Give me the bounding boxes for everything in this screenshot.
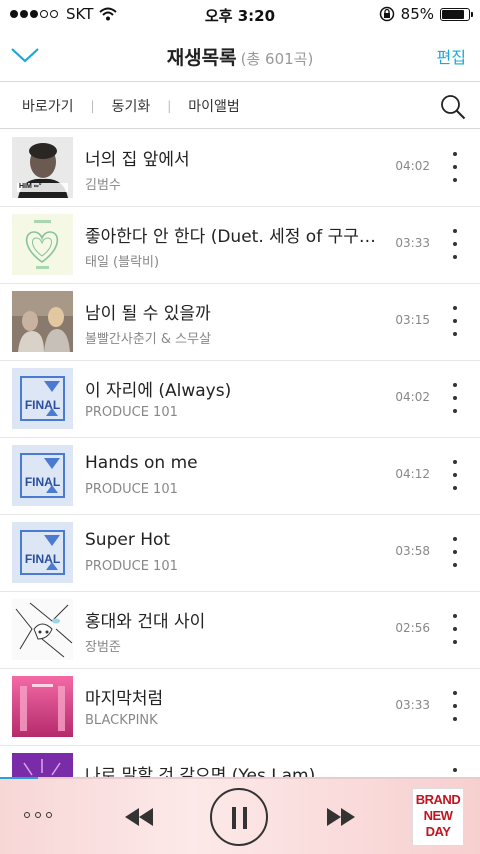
song-row[interactable]: 마지막처럼 BLACKPINK 03:33 (0, 669, 480, 746)
more-options-icon[interactable] (452, 306, 458, 336)
sync-button[interactable]: 동기화 (112, 96, 151, 116)
song-title: 마지막처럼 (85, 689, 164, 709)
album-art (12, 753, 73, 778)
playback-progress[interactable] (0, 777, 480, 779)
song-row[interactable]: FINAL Hands on me PRODUCE 101 04:12 (0, 438, 480, 515)
album-art (12, 214, 73, 275)
song-artist: 김범수 (85, 178, 121, 193)
album-art-frame: FINAL (20, 453, 65, 498)
song-row[interactable]: 남이 될 수 있을까 볼빨간사춘기 & 스무살 03:15 (0, 284, 480, 361)
song-row[interactable]: HIM ∞° 너의 집 앞에서 김범수 04:02 (0, 130, 480, 207)
page-title-text: 재생목록 (166, 47, 237, 69)
album-art: FINAL (12, 522, 73, 583)
battery-percent: 85% (400, 5, 434, 23)
heart-art (12, 214, 73, 275)
shortcut-button[interactable]: 바로가기 (22, 96, 74, 116)
album-art-frame: FINAL (20, 376, 65, 421)
pink-art (12, 676, 73, 737)
album-art: FINAL (12, 368, 73, 429)
song-title: 홍대와 건대 사이 (85, 612, 206, 632)
more-options-icon[interactable] (452, 614, 458, 644)
now-playing-cover[interactable]: BRAND NEW DAY (412, 788, 464, 846)
more-options-icon[interactable] (452, 460, 458, 490)
song-row[interactable]: 좋아한다 안 한다 (Duet. 세정 of 구구단) 태일 (블락비) 03:… (0, 207, 480, 284)
song-artist: BLACKPINK (85, 713, 158, 728)
song-duration: 03:33 (395, 698, 430, 712)
song-duration: 03:58 (395, 544, 430, 558)
next-icon[interactable] (325, 806, 357, 828)
song-row[interactable]: FINAL 이 자리에 (Always) PRODUCE 101 04:02 (0, 361, 480, 438)
orientation-lock-icon (379, 6, 394, 22)
song-list: HIM ∞° 너의 집 앞에서 김범수 04:02 좋아한다 안 한다 (Due… (0, 130, 480, 778)
song-duration: 04:12 (395, 467, 430, 481)
more-options-icon[interactable] (452, 229, 458, 259)
song-row[interactable]: 나로 말할 것 같으면 (Yes I am) (0, 746, 480, 778)
battery-fill (442, 9, 465, 19)
album-art: HIM ∞° (12, 137, 73, 198)
more-options-icon[interactable] (452, 537, 458, 567)
more-options-icon[interactable] (452, 383, 458, 413)
song-title: Super Hot (85, 530, 171, 550)
song-duration: 02:56 (395, 621, 430, 635)
album-art: FINAL (12, 445, 73, 506)
song-artist: 장범준 (85, 640, 121, 655)
song-count: (총 601곡) (240, 50, 314, 68)
song-duration: 03:15 (395, 313, 430, 327)
purple-art (12, 753, 73, 778)
playlist-toolbar: 바로가기 | 동기화 | 마이앨범 (0, 83, 480, 129)
page-title: 재생목록 (총 601곡) (0, 43, 480, 70)
song-artist: PRODUCE 101 (85, 559, 178, 574)
song-title: 이 자리에 (Always) (85, 381, 232, 401)
pause-icon[interactable] (210, 788, 268, 846)
more-options-icon[interactable] (452, 691, 458, 721)
song-artist: PRODUCE 101 (85, 405, 178, 420)
more-options-icon[interactable] (452, 152, 458, 182)
album-art-text: HIM ∞° (19, 183, 42, 190)
album-art (12, 599, 73, 660)
album-art-frame: FINAL (20, 530, 65, 575)
song-title: 남이 될 수 있을까 (85, 304, 211, 324)
toolbar-divider: | (167, 98, 172, 113)
song-artist: PRODUCE 101 (85, 482, 178, 497)
song-duration: 04:02 (395, 159, 430, 173)
edit-button[interactable]: 편집 (437, 44, 466, 68)
song-duration: 04:02 (395, 390, 430, 404)
previous-icon[interactable] (123, 806, 155, 828)
my-album-button[interactable]: 마이앨범 (188, 96, 240, 116)
status-bar: SKT 오후 3:20 85% (0, 0, 480, 28)
battery-icon (440, 7, 473, 21)
playlist-header: 재생목록 (총 601곡) 편집 (0, 28, 480, 82)
mini-player: BRAND NEW DAY (0, 777, 480, 854)
album-art (12, 291, 73, 352)
song-artist: 볼빨간사춘기 & 스무살 (85, 332, 212, 347)
album-art (12, 676, 73, 737)
toolbar-divider: | (90, 98, 95, 113)
status-right: 85% (379, 5, 473, 23)
song-artist: 태일 (블락비) (85, 255, 160, 270)
search-icon[interactable] (440, 94, 466, 120)
sketch-art (12, 599, 73, 660)
song-title: 너의 집 앞에서 (85, 150, 190, 170)
more-list-icon[interactable] (24, 811, 52, 819)
song-row[interactable]: 홍대와 건대 사이 장범준 02:56 (0, 592, 480, 669)
song-row[interactable]: FINAL Super Hot PRODUCE 101 03:58 (0, 515, 480, 592)
song-title: Hands on me (85, 453, 198, 473)
photo-art (12, 291, 73, 352)
song-title: 나로 말할 것 같으면 (Yes I am) (85, 766, 316, 778)
song-title: 좋아한다 안 한다 (Duet. 세정 of 구구단) (85, 227, 380, 247)
song-duration: 03:33 (395, 236, 430, 250)
playback-progress-fill (0, 777, 39, 779)
